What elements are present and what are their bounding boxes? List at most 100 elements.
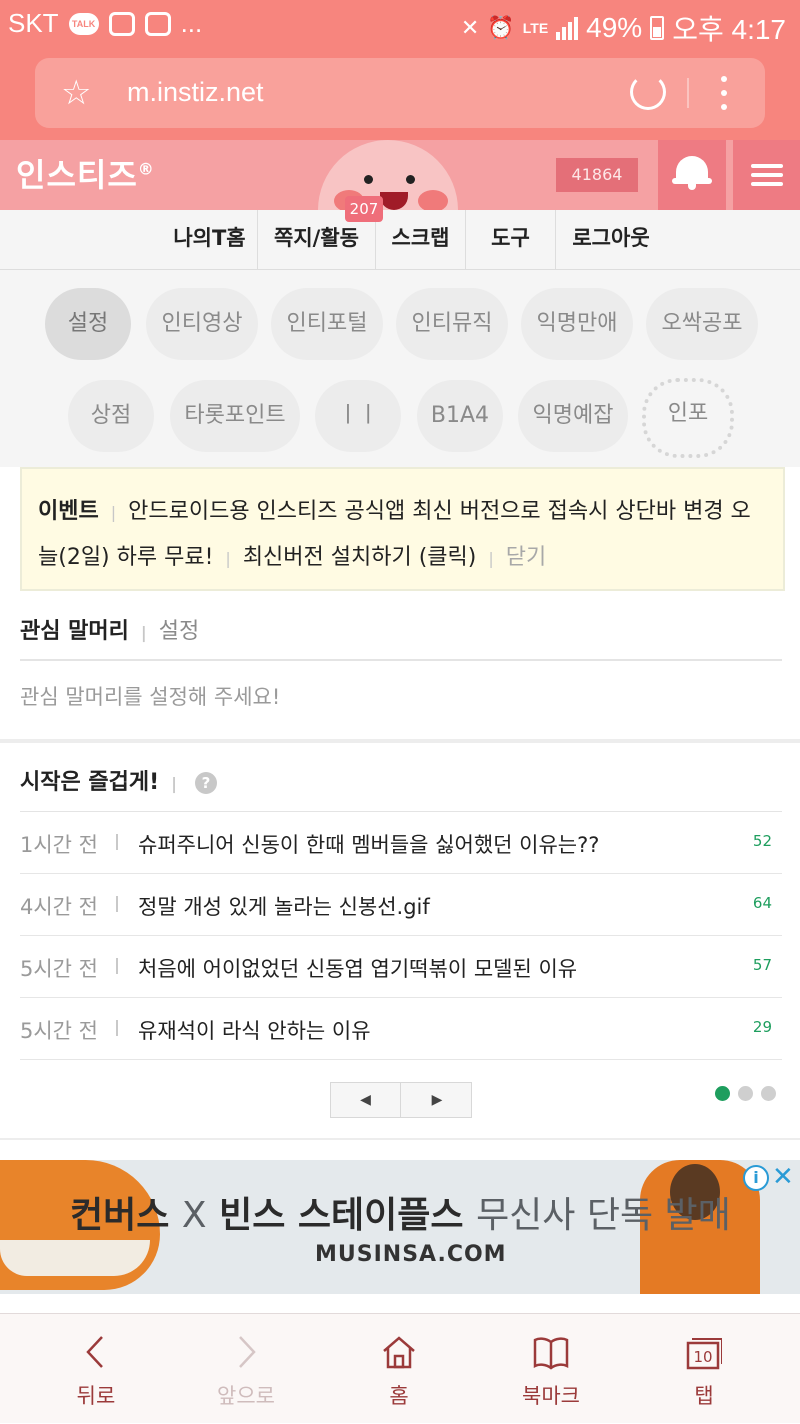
battery-icon <box>650 16 665 40</box>
mascot-illustration <box>318 140 458 210</box>
post-time: 5시간 전 <box>20 957 98 981</box>
back-button[interactable]: 뒤로 <box>36 1314 156 1424</box>
notifications-button[interactable] <box>658 140 726 210</box>
bookmarks-button[interactable]: 북마크 <box>491 1314 611 1424</box>
ad-close-icon[interactable]: ✕ <box>772 1162 794 1192</box>
comment-count: 57 <box>752 956 772 974</box>
feed-pager: ◀ ▶ <box>330 1082 472 1118</box>
comment-count: 64 <box>752 894 772 912</box>
post-time: 4시간 전 <box>20 895 98 919</box>
event-notice: 이벤트 | 안드로이드용 인스티즈 공식앱 최신 버전으로 접속시 상단바 변경 오… <box>20 467 785 591</box>
post-title[interactable]: 정말 개성 있게 놀라는 신봉선.gif <box>138 891 430 921</box>
ad-domain: MUSINSA.COM <box>315 1242 507 1267</box>
home-icon <box>383 1336 415 1369</box>
chip-board[interactable]: 익명만애 <box>521 288 633 360</box>
battery-percent: 49% <box>586 12 643 43</box>
interest-section-header: 관심 말머리 | 설정 <box>20 619 200 644</box>
interest-empty-message: 관심 말머리를 설정해 주세요! <box>20 685 281 709</box>
feed-title: 시작은 즐겁게! <box>20 770 160 795</box>
chip-board[interactable]: 인티영상 <box>146 288 258 360</box>
chip-board[interactable]: B1A4 <box>417 380 503 452</box>
next-page-button[interactable]: ▶ <box>402 1083 472 1117</box>
menu-button[interactable] <box>733 140 800 210</box>
tabs-icon: 10 <box>686 1338 722 1370</box>
bookmark-label: 북마크 <box>522 1384 580 1408</box>
book-icon <box>533 1337 569 1370</box>
alarm-icon: ⏰ <box>487 15 515 40</box>
home-label: 홈 <box>389 1384 409 1408</box>
chip-board[interactable]: 상점 <box>68 380 154 452</box>
ad-banner[interactable]: 컨버스 X 빈스 스테이플스 무신사 단독 발매 MUSINSA.COM i ✕ <box>0 1160 800 1294</box>
bookmark-star-icon[interactable]: ☆ <box>61 74 91 112</box>
chip-board[interactable]: 오싹공포 <box>646 288 758 360</box>
section-divider <box>0 739 800 743</box>
forward-arrow-icon <box>239 1336 256 1368</box>
post-time: 1시간 전 <box>20 833 98 857</box>
browser-bottom-toolbar: 뒤로 앞으로 홈 북마크 10 탭 <box>0 1313 800 1423</box>
forward-label: 앞으로 <box>217 1384 275 1408</box>
kakaotalk-icon: TALK <box>68 12 99 35</box>
feed-row[interactable]: 5시간 전 유재석이 라식 안하는 이유 29 <box>20 998 782 1060</box>
help-icon[interactable]: ? <box>194 772 217 794</box>
feed-row[interactable]: 5시간 전 처음에 어이없었던 신동엽 엽기떡볶이 모델된 이유 57 <box>20 936 782 998</box>
chip-board[interactable]: 인티뮤직 <box>396 288 508 360</box>
address-bar[interactable]: ☆ m.instiz.net <box>35 58 765 128</box>
points-counter: 41864 <box>556 158 638 192</box>
post-time: 5시간 전 <box>20 1019 98 1043</box>
post-title[interactable]: 처음에 어이없었던 신동엽 엽기떡볶이 모델된 이유 <box>138 953 577 983</box>
page-dot-active[interactable] <box>715 1086 730 1101</box>
ad-info-icon[interactable]: i <box>743 1165 769 1191</box>
tabs-label: 탭 <box>694 1384 714 1408</box>
message-count-badge: 207 <box>345 196 383 222</box>
divider <box>20 659 782 661</box>
gallery-icon <box>144 11 171 36</box>
feed-row[interactable]: 1시간 전 슈퍼주니어 신동이 한때 멤버들을 싫어했던 이유는?? 52 <box>20 812 782 874</box>
chip-board[interactable]: 타롯포인트 <box>170 380 300 452</box>
svg-text:10: 10 <box>693 1348 712 1366</box>
signal-icon <box>556 16 579 40</box>
notice-close-link[interactable]: 닫기 <box>506 545 546 570</box>
nav-scrap[interactable]: 스크랩 <box>376 210 466 270</box>
page-dot[interactable] <box>738 1086 753 1101</box>
browser-menu-icon[interactable] <box>721 76 727 110</box>
home-button[interactable]: 홈 <box>339 1314 459 1424</box>
comment-count: 52 <box>752 832 772 850</box>
carrier-label: SKT <box>8 8 59 38</box>
more-notifications: ... <box>180 8 203 38</box>
nav-logout[interactable]: 로그아웃 <box>556 210 666 270</box>
interest-title: 관심 말머리 <box>20 619 129 644</box>
post-title[interactable]: 슈퍼주니어 신동이 한때 멤버들을 싫어했던 이유는?? <box>138 829 599 859</box>
browser-toolbar: ☆ m.instiz.net <box>0 48 800 140</box>
status-bar: SKT TALK ... ✕ ⏰ LTE 49% 오후 4:17 <box>0 0 800 48</box>
nav-tools[interactable]: 도구 <box>466 210 556 270</box>
notice-install-link[interactable]: 최신버전 설치하기 (클릭) <box>243 545 477 570</box>
instagram-icon <box>108 11 135 36</box>
ad-headline: 컨버스 X 빈스 스테이플스 무신사 단독 발매 <box>70 1195 731 1236</box>
comment-count: 29 <box>752 1018 772 1036</box>
tabs-button[interactable]: 10 탭 <box>644 1314 764 1424</box>
page-dot[interactable] <box>761 1086 776 1101</box>
notice-title: 이벤트 <box>38 499 99 524</box>
feed-row[interactable]: 4시간 전 정말 개성 있게 놀라는 신봉선.gif 64 <box>20 874 782 936</box>
chip-board[interactable]: 인티포털 <box>271 288 383 360</box>
feed-section-header: 시작은 즐겁게! |? <box>20 764 217 796</box>
top-nav: 나의T홈 쪽지/활동 스크랩 도구 로그아웃 <box>0 210 800 270</box>
site-logo[interactable]: 인스티즈® <box>16 150 155 196</box>
chip-board[interactable]: ㅣㅣ <box>315 380 401 452</box>
nav-my-home[interactable]: 나의T홈 <box>162 210 258 270</box>
chip-board[interactable]: 익명예잡 <box>518 380 628 452</box>
chip-add-board[interactable]: 인포 <box>642 378 734 458</box>
interest-setting-link[interactable]: 설정 <box>159 619 199 644</box>
back-label: 뒤로 <box>76 1384 116 1408</box>
forward-button[interactable]: 앞으로 <box>186 1314 306 1424</box>
bell-icon <box>672 156 712 190</box>
mute-icon: ✕ <box>460 15 480 40</box>
prev-page-button[interactable]: ◀ <box>331 1083 401 1117</box>
reload-icon[interactable] <box>630 74 666 110</box>
address-divider <box>687 78 689 108</box>
site-header: 인스티즈® 41864 <box>0 140 800 210</box>
post-title[interactable]: 유재석이 라식 안하는 이유 <box>138 1015 371 1045</box>
url-text[interactable]: m.instiz.net <box>127 77 264 108</box>
page-indicator <box>715 1086 776 1101</box>
chip-settings[interactable]: 설정 <box>45 288 131 360</box>
